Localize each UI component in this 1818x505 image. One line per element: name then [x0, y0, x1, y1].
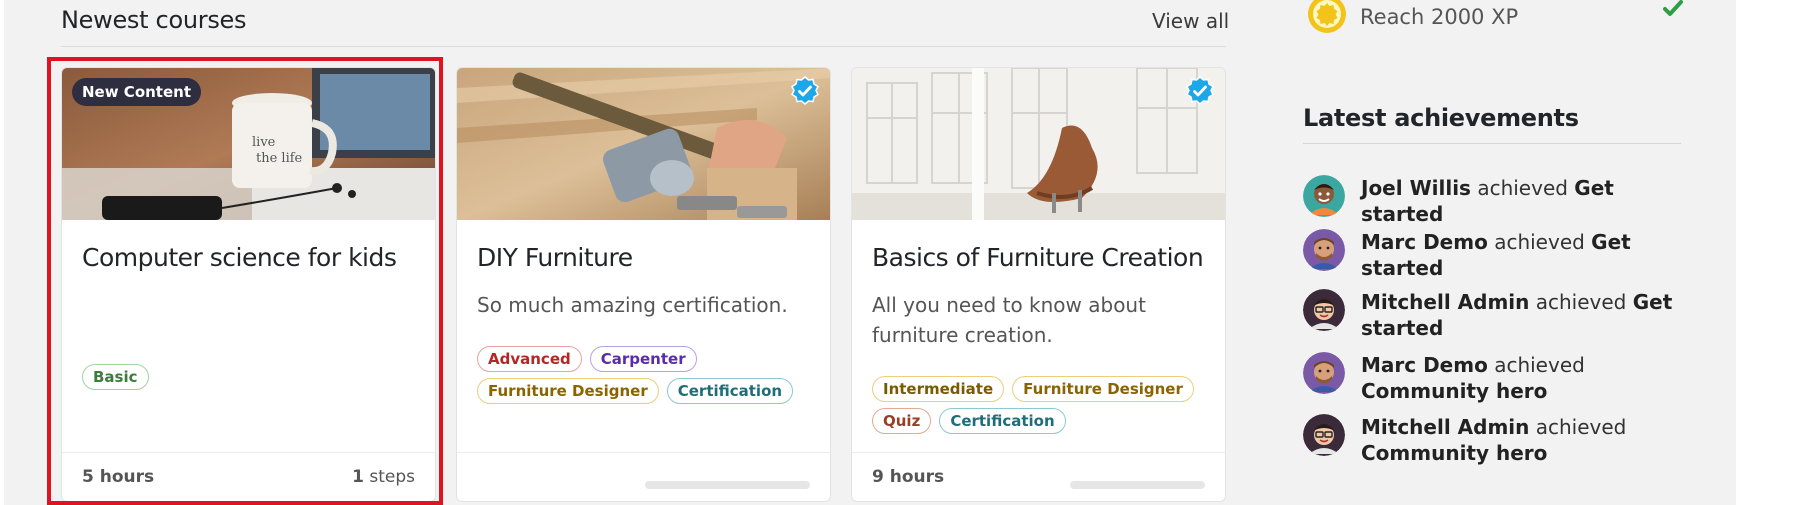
progress-bar — [1070, 481, 1205, 489]
steps-label: steps — [369, 467, 415, 487]
achievement-text: Mitchell Admin achieved Get started — [1361, 289, 1691, 341]
achieved-word: achieved — [1477, 176, 1568, 200]
course-card-basics-furniture[interactable]: Basics of Furniture Creation All you nee… — [851, 67, 1226, 502]
card-footer-divider — [62, 452, 435, 453]
course-description: All you need to know about furniture cre… — [872, 293, 1146, 347]
tag-basic[interactable]: Basic — [82, 364, 149, 390]
svg-text:the life: the life — [256, 151, 303, 166]
course-title[interactable]: Computer science for kids — [82, 243, 397, 272]
achieved-word: achieved — [1494, 353, 1585, 377]
achievement-text: Mitchell Admin achieved Community hero — [1361, 414, 1691, 466]
tag-certification[interactable]: Certification — [666, 378, 794, 404]
tag-quiz[interactable]: Quiz — [872, 408, 932, 434]
tag-intermediate[interactable]: Intermediate — [872, 376, 1005, 402]
view-all-link[interactable]: View all — [1152, 9, 1229, 33]
course-card-computer-science[interactable]: live the life New Content Computer scien… — [61, 67, 436, 502]
tag-furniture-designer[interactable]: Furniture Designer — [477, 378, 659, 404]
course-card-diy-furniture[interactable]: DIY Furniture So much amazing certificat… — [456, 67, 831, 502]
course-description: So much amazing certification. — [477, 293, 788, 317]
achieved-word: achieved — [1494, 230, 1585, 254]
svg-text:live: live — [252, 135, 276, 150]
course-tags: Intermediate Furniture Designer Quiz Cer… — [872, 376, 1212, 434]
achievement-badge[interactable]: Community hero — [1361, 441, 1547, 465]
course-thumbnail[interactable] — [457, 68, 830, 220]
achievement-user[interactable]: Mitchell Admin — [1361, 290, 1529, 314]
achievements-title: Latest achievements — [1303, 104, 1579, 132]
tag-carpenter[interactable]: Carpenter — [589, 346, 697, 372]
course-tags: Basic — [82, 364, 422, 390]
course-duration: 9 hours — [872, 467, 945, 487]
new-content-badge: New Content — [72, 78, 201, 106]
mitchell-avatar[interactable] — [1303, 414, 1345, 456]
xp-medal-icon — [1308, 0, 1346, 33]
achievement-user[interactable]: Marc Demo — [1361, 353, 1488, 377]
verified-icon — [1186, 76, 1214, 105]
tag-certification[interactable]: Certification — [939, 408, 1066, 434]
card-footer-divider — [852, 452, 1225, 453]
goal-text: Reach 2000 XP — [1360, 5, 1519, 29]
achieved-word: achieved — [1535, 415, 1627, 439]
marc-avatar[interactable] — [1303, 229, 1345, 271]
achievements-divider — [1303, 143, 1681, 144]
achievement-text: Marc Demo achieved Get started — [1361, 229, 1691, 281]
course-thumbnail[interactable] — [852, 68, 1225, 220]
hammer-woodwork-photo — [457, 68, 830, 220]
course-title[interactable]: Basics of Furniture Creation — [872, 243, 1204, 272]
achievement-user[interactable]: Mitchell Admin — [1361, 415, 1529, 439]
tag-advanced[interactable]: Advanced — [477, 346, 582, 372]
course-title[interactable]: DIY Furniture — [477, 243, 633, 272]
tag-furniture-designer[interactable]: Furniture Designer — [1012, 376, 1194, 402]
achievement-text: Joel Willis achieved Get started — [1361, 175, 1691, 227]
achievement-user[interactable]: Marc Demo — [1361, 230, 1488, 254]
section-divider — [61, 46, 1226, 47]
course-steps: 1 steps — [352, 467, 415, 487]
verified-icon — [791, 76, 819, 105]
leather-chair-room-photo — [852, 68, 1225, 220]
section-title: Newest courses — [61, 6, 247, 34]
achieved-word: achieved — [1535, 290, 1627, 314]
course-tags: Advanced Carpenter Furniture Designer Ce… — [477, 346, 817, 404]
course-duration: 5 hours — [82, 467, 155, 487]
progress-bar — [645, 481, 810, 489]
achievement-user[interactable]: Joel Willis — [1361, 176, 1471, 200]
achievement-text: Marc Demo achieved Community hero — [1361, 352, 1691, 404]
joel-avatar[interactable] — [1303, 175, 1345, 217]
check-icon — [1663, 0, 1683, 16]
achievement-badge[interactable]: Community hero — [1361, 379, 1547, 403]
marc-avatar[interactable] — [1303, 352, 1345, 394]
steps-count: 1 — [352, 467, 364, 487]
mitchell-avatar[interactable] — [1303, 289, 1345, 331]
card-footer-divider — [457, 452, 830, 453]
